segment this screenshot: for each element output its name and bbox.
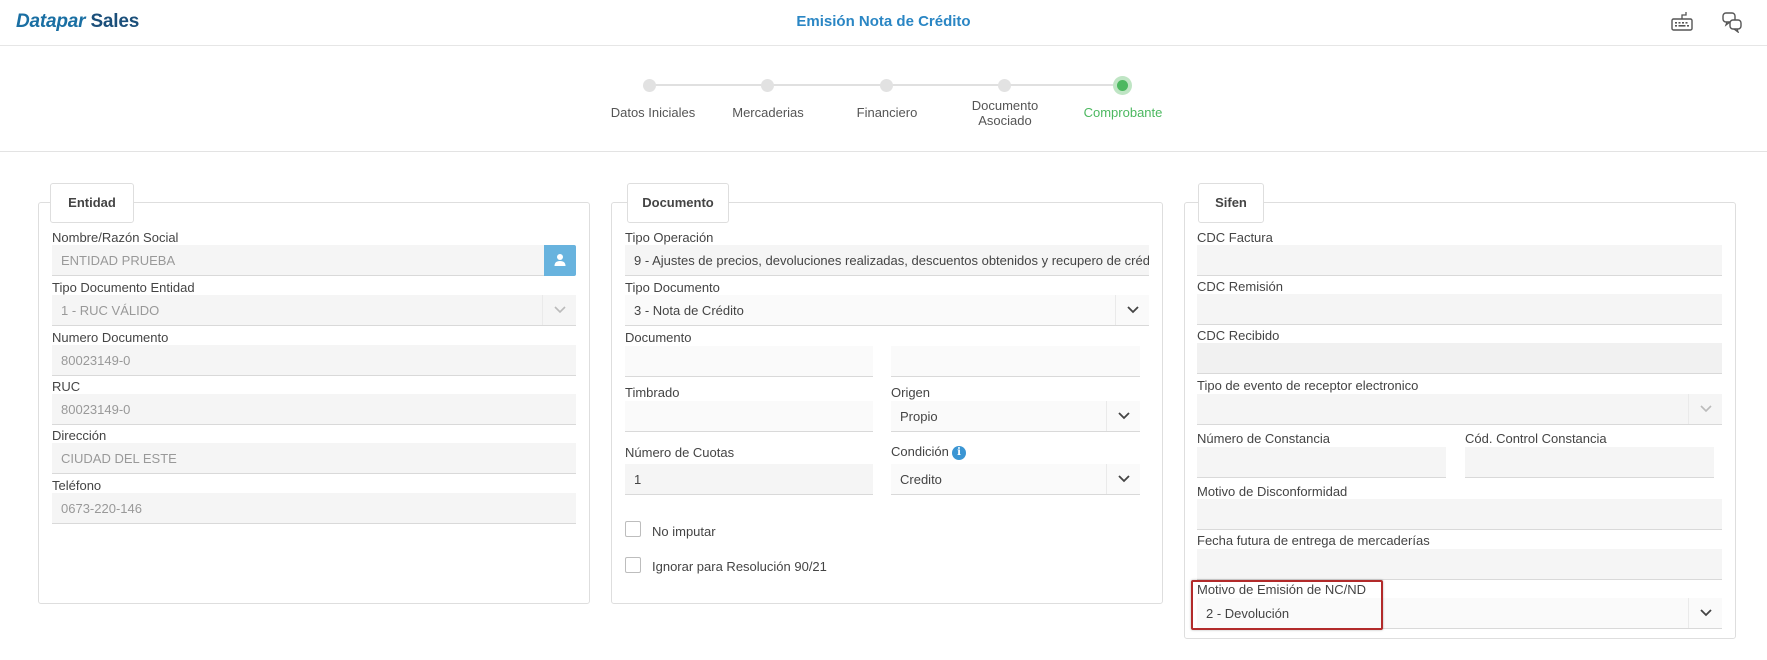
tipo-evento-select[interactable] [1197, 394, 1722, 425]
tipo-documento-select[interactable]: 3 - Nota de Crédito [625, 295, 1149, 326]
cdc-recibido-label: CDC Recibido [1197, 328, 1280, 343]
tipo-evento-label: Tipo de evento de receptor electronico [1197, 378, 1419, 393]
timbrado-label: Timbrado [625, 385, 680, 400]
cod-control-constancia-field[interactable] [1465, 447, 1714, 478]
no-imputar-label[interactable]: No imputar [652, 524, 716, 539]
step-dot-financiero[interactable] [880, 79, 893, 92]
tipo-operacion-label: Tipo Operación [625, 230, 714, 245]
sifen-panel-title: Sifen [1198, 183, 1264, 223]
numero-constancia-label: Número de Constancia [1197, 431, 1330, 446]
search-entity-button[interactable] [544, 245, 576, 276]
tipo-documento-entidad-label: Tipo Documento Entidad [52, 280, 195, 295]
cod-control-constancia-label: Cód. Control Constancia [1465, 431, 1607, 446]
chevron-down-icon[interactable] [542, 295, 576, 325]
cdc-factura-label: CDC Factura [1197, 230, 1273, 245]
tipo-documento-entidad-select[interactable]: 1 - RUC VÁLIDO [52, 295, 576, 326]
documento-label: Documento [625, 330, 692, 345]
condicion-label: Condición [891, 444, 949, 459]
cdc-remision-label: CDC Remisión [1197, 279, 1283, 294]
chevron-down-icon[interactable] [1106, 464, 1140, 494]
tipo-documento-entidad-value: 1 - RUC VÁLIDO [61, 303, 160, 318]
nombre-field[interactable]: ENTIDAD PRUEBA [52, 245, 545, 276]
top-bar: Datapar Sales Emisión Nota de Crédito [0, 0, 1767, 46]
chevron-down-icon[interactable] [1688, 394, 1722, 424]
chevron-down-icon[interactable] [1115, 295, 1149, 325]
telefono-label: Teléfono [52, 478, 102, 493]
info-icon[interactable]: i [952, 446, 966, 460]
step-dot-comprobante[interactable] [1113, 76, 1132, 95]
numero-cuotas-field[interactable]: 1 [625, 464, 873, 495]
step-label-mercaderias[interactable]: Mercaderias [708, 105, 828, 120]
step-dot-documento-asociado[interactable] [998, 79, 1011, 92]
telefono-field[interactable]: 0673-220-146 [52, 493, 576, 524]
step-label-financiero[interactable]: Financiero [827, 105, 947, 120]
documento-field-2[interactable] [891, 346, 1140, 377]
step-dot-datos-iniciales[interactable] [643, 79, 656, 92]
keyboard-icon[interactable] [1670, 11, 1694, 33]
condicion-select[interactable]: Credito [891, 464, 1140, 495]
documento-field-1[interactable] [625, 346, 873, 377]
fecha-futura-field[interactable] [1197, 549, 1722, 580]
wizard-stepper: Datos Iniciales Mercaderias Financiero D… [0, 46, 1767, 152]
chevron-down-icon[interactable] [1106, 401, 1140, 431]
timbrado-field[interactable] [625, 401, 873, 432]
fecha-futura-label: Fecha futura de entrega de mercaderías [1197, 533, 1430, 548]
origen-value: Propio [900, 409, 938, 424]
documento-panel-title: Documento [627, 183, 729, 223]
numero-documento-label: Numero Documento [52, 330, 169, 345]
ruc-label: RUC [52, 379, 81, 394]
step-label-datos-iniciales[interactable]: Datos Iniciales [593, 105, 713, 120]
condicion-value: Credito [900, 472, 942, 487]
origen-label: Origen [891, 385, 931, 400]
tipo-documento-label: Tipo Documento [625, 280, 720, 295]
direccion-label: Dirección [52, 428, 107, 443]
numero-documento-field[interactable]: 80023149-0 [52, 345, 576, 376]
ruc-field[interactable]: 80023149-0 [52, 394, 576, 425]
tipo-operacion-field[interactable]: 9 - Ajustes de precios, devoluciones rea… [625, 245, 1149, 276]
entidad-panel-title: Entidad [50, 183, 134, 223]
motivo-disconformidad-label: Motivo de Disconformidad [1197, 484, 1348, 499]
step-label-comprobante[interactable]: Comprobante [1063, 105, 1183, 120]
cdc-remision-field[interactable] [1197, 294, 1722, 325]
highlight-box [1191, 580, 1383, 630]
nombre-label: Nombre/Razón Social [52, 230, 179, 245]
direccion-field[interactable]: CIUDAD DEL ESTE [52, 443, 576, 474]
origen-select[interactable]: Propio [891, 401, 1140, 432]
numero-constancia-field[interactable] [1197, 447, 1446, 478]
tipo-documento-value: 3 - Nota de Crédito [634, 303, 744, 318]
ignorar-resolucion-label[interactable]: Ignorar para Resolución 90/21 [652, 559, 827, 574]
step-dot-mercaderias[interactable] [761, 79, 774, 92]
ignorar-resolucion-checkbox[interactable] [625, 557, 641, 573]
cdc-recibido-field[interactable] [1197, 343, 1722, 374]
help-icon[interactable] [1720, 11, 1744, 34]
chevron-down-icon[interactable] [1688, 598, 1722, 628]
cdc-factura-field[interactable] [1197, 245, 1722, 276]
numero-cuotas-label: Número de Cuotas [625, 445, 735, 460]
step-label-documento-asociado[interactable]: Documento Asociado [944, 98, 1066, 128]
page-title: Emisión Nota de Crédito [796, 13, 971, 30]
motivo-disconformidad-field[interactable] [1197, 499, 1722, 530]
no-imputar-checkbox[interactable] [625, 521, 641, 537]
user-icon [554, 254, 566, 266]
